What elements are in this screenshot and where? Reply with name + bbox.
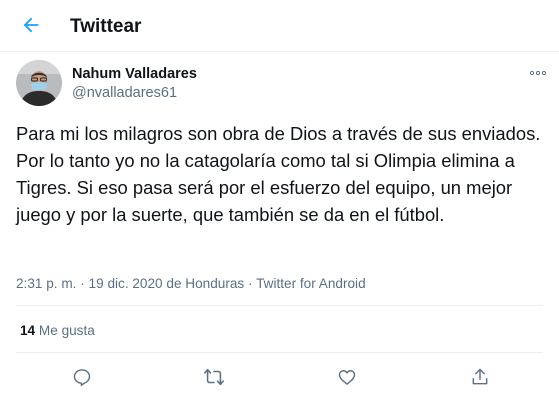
tweet-meta: 2:31 p. m. · 19 dic. 2020 de Honduras · …	[16, 276, 366, 291]
likes-stat[interactable]: 14 Me gusta	[20, 323, 95, 338]
reply-button[interactable]	[69, 364, 95, 390]
meta-separator: ·	[80, 276, 85, 291]
avatar[interactable]	[16, 60, 62, 106]
arrow-left-icon	[23, 17, 39, 33]
author-name[interactable]: Nahum Valladares	[72, 66, 197, 82]
back-button[interactable]	[18, 12, 44, 38]
divider	[16, 352, 543, 353]
divider	[16, 305, 543, 306]
tweet-date[interactable]: 19 dic. 2020 de Honduras	[89, 276, 245, 291]
meta-separator: ·	[248, 276, 253, 291]
like-button[interactable]	[334, 364, 360, 390]
author-handle[interactable]: @nvalladares61	[72, 85, 177, 101]
likes-label: Me gusta	[38, 323, 95, 338]
reply-icon	[73, 369, 91, 387]
tweet-text: Para mi los milagros son obra de Dios a …	[16, 123, 541, 225]
share-icon	[472, 368, 488, 385]
top-bar: Twittear	[0, 0, 559, 52]
page-title: Twittear	[70, 16, 142, 37]
more-icon	[529, 70, 547, 76]
tweet-source[interactable]: Twitter for Android	[256, 276, 366, 291]
likes-count: 14	[20, 323, 36, 338]
share-button[interactable]	[467, 364, 493, 390]
like-icon	[338, 370, 356, 385]
more-options-button[interactable]	[527, 66, 549, 80]
retweet-button[interactable]	[201, 364, 227, 390]
retweet-icon	[204, 368, 224, 386]
tweet-time[interactable]: 2:31 p. m.	[16, 276, 76, 291]
